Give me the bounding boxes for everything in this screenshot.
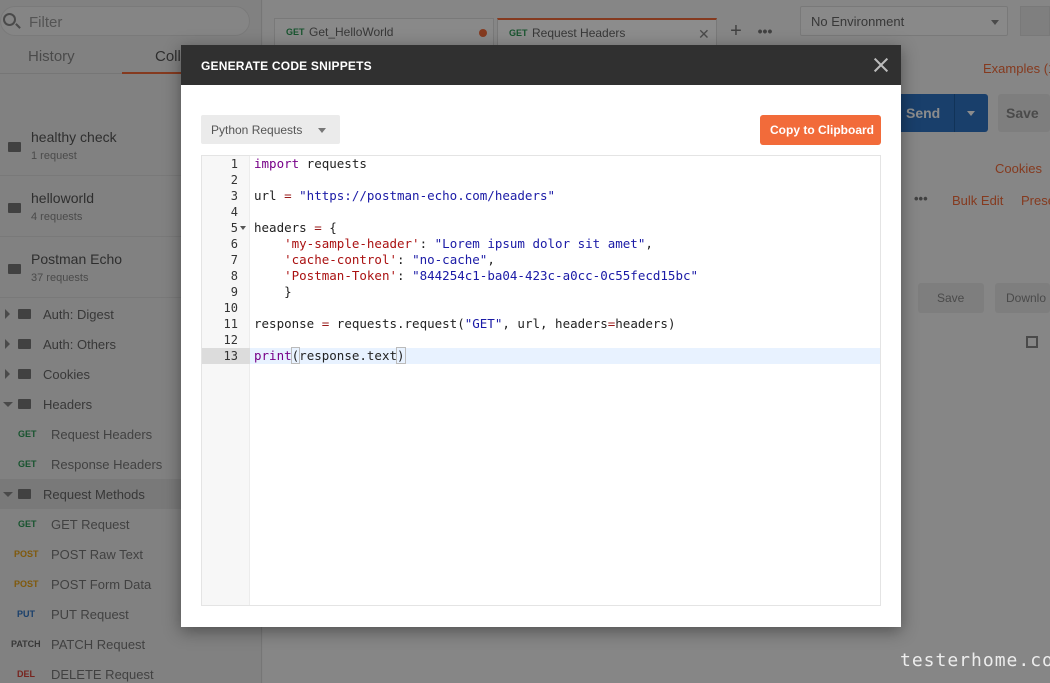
modal-title: GENERATE CODE SNIPPETS [201,59,372,73]
code-line: 9 } [202,284,880,300]
code-keyword: import [254,156,300,171]
code-line: 4 [202,204,880,220]
line-number: 13 [202,348,250,364]
code-text: , [645,236,653,251]
line-number: 5 [230,221,238,235]
line-number: 3 [230,189,238,203]
code-string: "Lorem ipsum dolor sit amet" [434,236,646,251]
code-operator: = [314,316,337,331]
code-line: 3 url = "https://postman-echo.com/header… [202,188,880,204]
code-text: requests [299,156,367,171]
line-number: 7 [230,253,238,267]
chevron-down-icon [318,128,326,133]
code-line-active: 13 print(response.text) [202,347,880,364]
code-text: , url, headers [502,316,608,331]
watermark: testerhome.com [900,650,1050,671]
line-number: 2 [230,173,238,187]
code-text: : [397,268,413,283]
language-select[interactable]: Python Requests [201,115,340,144]
code-text: { [329,220,337,235]
code-line: 5 headers = { [202,220,880,236]
code-text: headers) [615,316,676,331]
close-icon[interactable] [873,57,889,73]
code-line: 6 'my-sample-header': "Lorem ipsum dolor… [202,236,880,252]
line-number: 9 [230,285,238,299]
code-text: response.text [299,348,398,363]
code-key: 'Postman-Token' [284,268,397,283]
code-bracket: ) [396,347,406,364]
code-text: , [487,252,495,267]
code-snippet-modal: GENERATE CODE SNIPPETS Python Requests C… [181,45,901,627]
code-line: 12 [202,332,880,348]
code-key: 'cache-control' [284,252,397,267]
code-text: requests.request( [336,316,465,331]
copy-to-clipboard-button[interactable]: Copy to Clipboard [760,115,881,145]
code-line: 1 import requests [202,156,880,172]
code-text: : [397,252,413,267]
code-line: 8 'Postman-Token': "844254c1-ba04-423c-a… [202,268,880,284]
code-text: } [284,284,292,299]
line-number: 1 [230,157,238,171]
code-editor[interactable]: 1 import requests 2 3 url = "https://pos… [201,155,881,606]
code-string: "844254c1-ba04-423c-a0cc-0c55fecd15bc" [412,268,699,283]
line-number: 12 [223,333,238,347]
code-keyword: print [254,348,292,363]
language-label: Python Requests [211,123,303,137]
code-line: 7 'cache-control': "no-cache", [202,252,880,268]
line-number: 4 [230,205,238,219]
code-operator: = [306,220,330,235]
code-line: 2 [202,172,880,188]
line-number: 6 [230,237,238,251]
line-number: 11 [223,317,238,331]
code-string: "GET" [464,316,503,331]
code-line: 10 [202,300,880,316]
code-operator: = [276,188,300,203]
code-key: 'my-sample-header' [284,236,420,251]
code-string: "no-cache" [412,252,488,267]
code-line: 11 response = requests.request("GET", ur… [202,316,880,332]
code-string: "https://postman-echo.com/headers" [299,188,556,203]
modal-header: GENERATE CODE SNIPPETS [181,45,901,85]
copy-label: Copy to Clipboard [770,123,874,137]
text-cursor [404,348,406,362]
code-text: : [419,236,435,251]
line-number: 8 [230,269,238,283]
code-text: url [254,188,277,203]
code-text: headers [254,220,307,235]
code-text: response [254,316,315,331]
fold-caret-icon[interactable] [240,226,246,230]
line-number: 10 [223,301,238,315]
